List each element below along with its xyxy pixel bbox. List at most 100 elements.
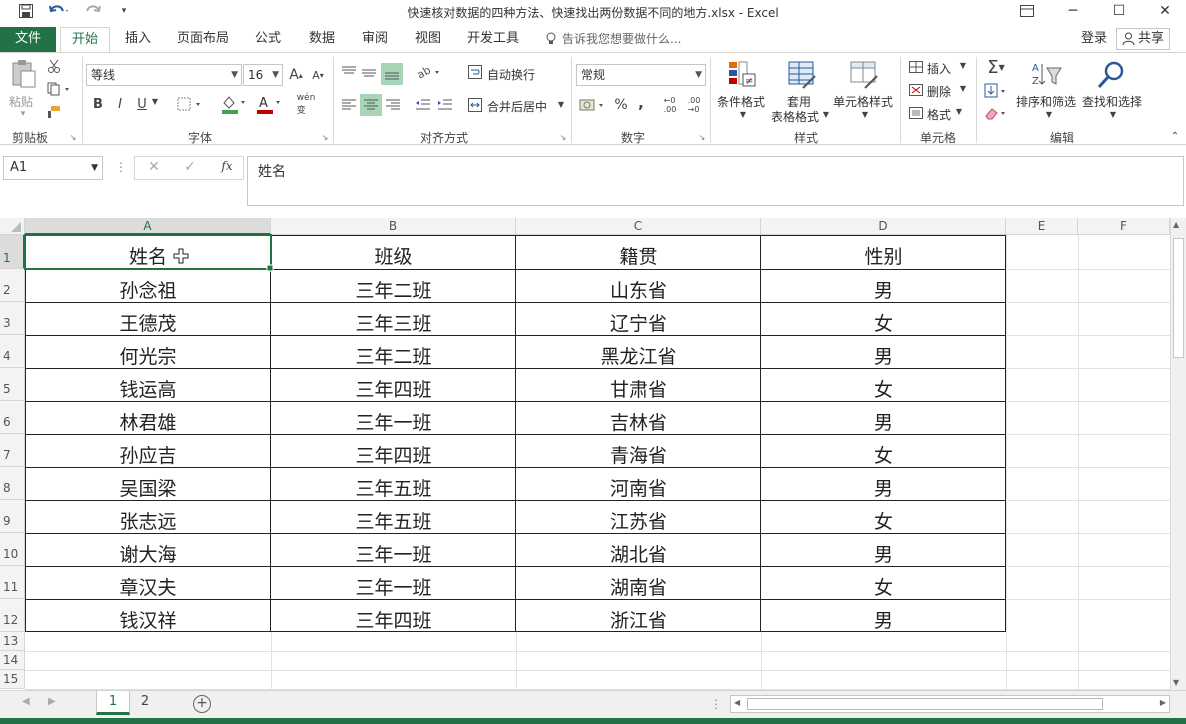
delete-cells-icon[interactable] bbox=[907, 82, 925, 98]
find-select-icon[interactable] bbox=[1094, 59, 1128, 91]
conditional-format-dropdown-icon[interactable]: ▼ bbox=[738, 110, 748, 119]
header-cell-gender[interactable]: 性别 bbox=[761, 242, 1006, 269]
cell-name[interactable]: 吴国梁 bbox=[25, 474, 271, 501]
cell-gender[interactable]: 女 bbox=[761, 309, 1006, 336]
horizontal-scroll-thumb[interactable] bbox=[747, 698, 1103, 710]
scroll-left-icon[interactable]: ◀ bbox=[734, 698, 740, 707]
sort-filter-icon[interactable]: AZ bbox=[1028, 59, 1064, 91]
paste-icon[interactable] bbox=[6, 57, 40, 91]
cell-origin[interactable]: 湖南省 bbox=[516, 573, 761, 600]
merge-center-icon[interactable] bbox=[466, 96, 484, 114]
autosum-icon[interactable]: Σ ▼ bbox=[982, 57, 1010, 78]
cell-class[interactable]: 三年五班 bbox=[271, 507, 516, 534]
cell-styles-label[interactable]: 单元格样式 bbox=[833, 93, 893, 110]
cell-gender[interactable]: 男 bbox=[761, 606, 1006, 633]
header-cell-name[interactable]: 姓名 bbox=[25, 242, 271, 269]
cell-name[interactable]: 孙念祖 bbox=[25, 276, 271, 303]
sheet-tab-2[interactable]: 2 bbox=[130, 691, 160, 715]
cell-origin[interactable]: 湖北省 bbox=[516, 540, 761, 567]
find-select-label[interactable]: 查找和选择 bbox=[1082, 93, 1142, 110]
cell-class[interactable]: 三年一班 bbox=[271, 573, 516, 600]
delete-cells-label[interactable]: 删除 bbox=[927, 83, 951, 100]
tab-view[interactable]: 视图 bbox=[408, 27, 448, 52]
cell-name[interactable]: 林君雄 bbox=[25, 408, 271, 435]
cell-class[interactable]: 三年三班 bbox=[271, 309, 516, 336]
tab-home[interactable]: 开始 bbox=[60, 27, 110, 53]
cell-name[interactable]: 钱汉祥 bbox=[25, 606, 271, 633]
scroll-down-icon[interactable]: ▼ bbox=[1173, 678, 1179, 687]
add-sheet-icon[interactable]: + bbox=[193, 695, 211, 713]
cell-name[interactable]: 张志远 bbox=[25, 507, 271, 534]
merge-dropdown-icon[interactable]: ▼ bbox=[556, 100, 566, 109]
cell-class[interactable]: 三年四班 bbox=[271, 375, 516, 402]
align-left-icon[interactable] bbox=[340, 96, 358, 114]
formula-bar-grip-icon[interactable]: ⋮ bbox=[115, 160, 127, 174]
prev-sheet-icon[interactable]: ◀ bbox=[22, 696, 30, 707]
sort-filter-label[interactable]: 排序和筛选 bbox=[1016, 93, 1076, 110]
conditional-format-icon[interactable]: ≠ bbox=[726, 59, 758, 91]
tab-split-grip-icon[interactable]: ⋮ bbox=[710, 697, 722, 711]
cell-origin[interactable]: 河南省 bbox=[516, 474, 761, 501]
ribbon-display-icon[interactable] bbox=[1004, 0, 1050, 22]
cell-name[interactable]: 钱运高 bbox=[25, 375, 271, 402]
cell-gender[interactable]: 男 bbox=[761, 474, 1006, 501]
format-table-dropdown-icon[interactable]: ▼ bbox=[821, 110, 831, 119]
number-format-select[interactable]: 常规 ▼ bbox=[576, 64, 706, 86]
align-middle-icon[interactable] bbox=[360, 63, 378, 81]
borders-icon[interactable] bbox=[175, 95, 205, 113]
italic-button[interactable]: I bbox=[112, 95, 128, 113]
format-painter-icon[interactable] bbox=[44, 103, 64, 121]
font-launcher-icon[interactable]: ↘ bbox=[320, 133, 330, 142]
cell-class[interactable]: 三年二班 bbox=[271, 276, 516, 303]
scroll-up-icon[interactable]: ▲ bbox=[1173, 220, 1179, 229]
tab-formulas[interactable]: 公式 bbox=[248, 27, 288, 52]
fill-icon[interactable] bbox=[982, 81, 1010, 101]
underline-dropdown-icon[interactable]: ▼ bbox=[150, 97, 160, 106]
cell-gender[interactable]: 男 bbox=[761, 342, 1006, 369]
header-cell-origin[interactable]: 籍贯 bbox=[516, 242, 761, 269]
number-launcher-icon[interactable]: ↘ bbox=[697, 133, 707, 142]
cell-origin[interactable]: 黑龙江省 bbox=[516, 342, 761, 369]
conditional-format-label[interactable]: 条件格式 bbox=[717, 93, 765, 110]
scroll-right-icon[interactable]: ▶ bbox=[1160, 698, 1166, 707]
clear-icon[interactable] bbox=[982, 103, 1010, 123]
share-button[interactable]: 共享 bbox=[1116, 28, 1170, 50]
format-cells-icon[interactable] bbox=[907, 105, 925, 121]
cell-class[interactable]: 三年五班 bbox=[271, 474, 516, 501]
formula-input[interactable]: 姓名 bbox=[247, 156, 1184, 206]
tab-insert[interactable]: 插入 bbox=[118, 27, 158, 52]
cell-class[interactable]: 三年一班 bbox=[271, 540, 516, 567]
tab-review[interactable]: 审阅 bbox=[355, 27, 395, 52]
bold-button[interactable]: B bbox=[90, 95, 106, 113]
insert-function-button[interactable]: fx bbox=[217, 159, 237, 173]
decrease-font-icon[interactable]: A ▾ bbox=[309, 66, 327, 84]
tab-file[interactable]: 文件 bbox=[0, 27, 56, 52]
cell-class[interactable]: 三年二班 bbox=[271, 342, 516, 369]
find-select-dropdown-icon[interactable]: ▼ bbox=[1108, 110, 1118, 119]
cancel-icon[interactable]: ✕ bbox=[145, 159, 163, 175]
vertical-scroll-thumb[interactable] bbox=[1173, 238, 1184, 358]
cell-origin[interactable]: 江苏省 bbox=[516, 507, 761, 534]
increase-font-icon[interactable]: A ▴ bbox=[287, 66, 305, 84]
cell-styles-icon[interactable] bbox=[848, 59, 880, 91]
cell-gender[interactable]: 女 bbox=[761, 507, 1006, 534]
cell-styles-dropdown-icon[interactable]: ▼ bbox=[860, 110, 870, 119]
cell-name[interactable]: 谢大海 bbox=[25, 540, 271, 567]
cell-origin[interactable]: 吉林省 bbox=[516, 408, 761, 435]
tab-data[interactable]: 数据 bbox=[302, 27, 342, 52]
paste-dropdown-icon[interactable]: ▾ bbox=[18, 109, 28, 119]
wrap-text-label[interactable]: 自动换行 bbox=[487, 66, 535, 83]
cell-gender[interactable]: 女 bbox=[761, 441, 1006, 468]
vertical-scrollbar[interactable]: ▲ ▼ bbox=[1170, 218, 1186, 690]
cell-class[interactable]: 三年一班 bbox=[271, 408, 516, 435]
sheet-tab-1[interactable]: 1 bbox=[96, 691, 130, 715]
cell-class[interactable]: 三年四班 bbox=[271, 606, 516, 633]
maximize-button[interactable]: ☐ bbox=[1096, 0, 1142, 22]
format-table-label-2[interactable]: 表格格式 bbox=[771, 108, 819, 125]
format-dropdown-icon[interactable]: ▼ bbox=[954, 107, 964, 116]
insert-cells-icon[interactable] bbox=[907, 59, 925, 75]
fill-color-icon[interactable] bbox=[218, 93, 250, 115]
cell-gender[interactable]: 女 bbox=[761, 375, 1006, 402]
cell-origin[interactable]: 青海省 bbox=[516, 441, 761, 468]
align-center-icon[interactable] bbox=[360, 94, 382, 116]
